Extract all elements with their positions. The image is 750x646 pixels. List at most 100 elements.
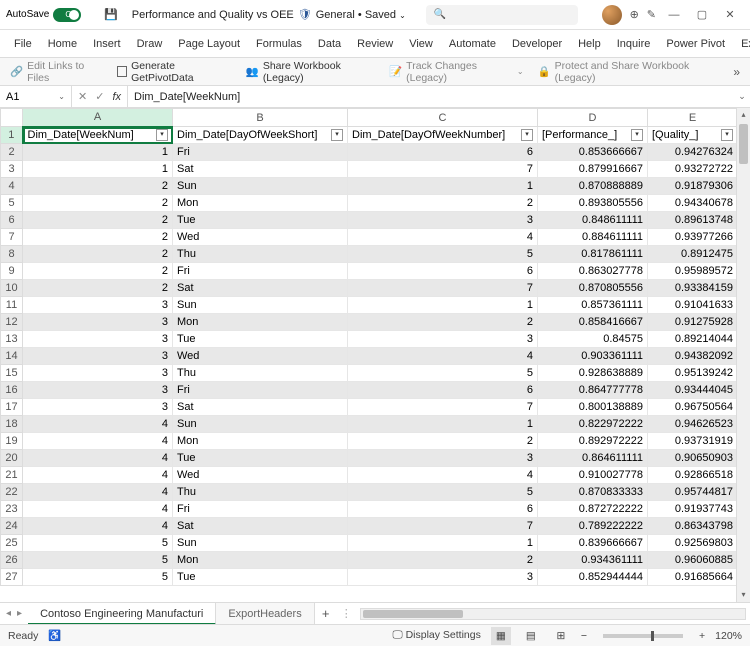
- filter-button[interactable]: ▾: [631, 129, 643, 141]
- cell[interactable]: 0.928638889: [538, 365, 648, 382]
- cell[interactable]: 3: [348, 212, 538, 229]
- scroll-up-icon[interactable]: ▴: [737, 108, 750, 122]
- tab-automate[interactable]: Automate: [441, 30, 504, 58]
- filter-button[interactable]: ▾: [521, 129, 533, 141]
- cell[interactable]: 0.92866518: [648, 467, 737, 484]
- cell[interactable]: Fri: [173, 382, 348, 399]
- cell[interactable]: 0.93977266: [648, 229, 737, 246]
- table-row[interactable]: 143Wed40.9033611110.94382092: [1, 348, 737, 365]
- tab-page-layout[interactable]: Page Layout: [170, 30, 248, 58]
- cell[interactable]: 3: [23, 399, 173, 416]
- cell[interactable]: 3: [23, 382, 173, 399]
- scroll-thumb[interactable]: [739, 124, 748, 164]
- row-header[interactable]: 23: [1, 501, 23, 518]
- sheet-tab-active[interactable]: Contoso Engineering Manufacturi: [28, 603, 216, 625]
- cmd-generate-pivot[interactable]: Generate GetPivotData: [117, 60, 232, 84]
- sheet-nav[interactable]: ◂▸: [0, 608, 28, 619]
- col-header-d[interactable]: D: [538, 109, 648, 127]
- tab-draw[interactable]: Draw: [129, 30, 171, 58]
- row-header[interactable]: 12: [1, 314, 23, 331]
- cell[interactable]: 5: [23, 535, 173, 552]
- zoom-out-button[interactable]: −: [581, 630, 587, 642]
- cell[interactable]: 0.817861111: [538, 246, 648, 263]
- col-header-b[interactable]: B: [173, 109, 348, 127]
- display-settings[interactable]: 🖵 Display Settings: [393, 629, 481, 642]
- cell[interactable]: [Quality_]▾: [648, 127, 737, 144]
- table-row[interactable]: 173Sat70.8001388890.96750564: [1, 399, 737, 416]
- cell[interactable]: 3: [348, 569, 538, 586]
- sensitivity-label[interactable]: General • Saved ⌄: [316, 9, 406, 21]
- row-header[interactable]: 3: [1, 161, 23, 178]
- autosave[interactable]: AutoSave On: [6, 8, 96, 22]
- row-header[interactable]: 9: [1, 263, 23, 280]
- tab-formulas[interactable]: Formulas: [248, 30, 310, 58]
- row-header[interactable]: 16: [1, 382, 23, 399]
- cell[interactable]: 0.864611111: [538, 450, 648, 467]
- row-header[interactable]: 24: [1, 518, 23, 535]
- cell[interactable]: 5: [23, 569, 173, 586]
- cell[interactable]: 3: [23, 331, 173, 348]
- cell[interactable]: 0.90650903: [648, 450, 737, 467]
- cell[interactable]: 7: [348, 518, 538, 535]
- cell[interactable]: 1: [23, 161, 173, 178]
- cell[interactable]: 4: [348, 348, 538, 365]
- row-header[interactable]: 21: [1, 467, 23, 484]
- cell[interactable]: 1: [348, 297, 538, 314]
- row-header[interactable]: 20: [1, 450, 23, 467]
- table-row[interactable]: 123Mon20.8584166670.91275928: [1, 314, 737, 331]
- cell[interactable]: 3: [23, 297, 173, 314]
- filter-button[interactable]: ▾: [721, 129, 733, 141]
- col-header-e[interactable]: E: [648, 109, 737, 127]
- row-header[interactable]: 25: [1, 535, 23, 552]
- table-row[interactable]: 31Sat70.8799166670.93272722: [1, 161, 737, 178]
- ribbon-overflow[interactable]: »: [733, 65, 740, 79]
- cell[interactable]: 0.91041633: [648, 297, 737, 314]
- file-name[interactable]: Performance and Quality vs OEE: [132, 9, 294, 21]
- cell[interactable]: 2: [348, 195, 538, 212]
- minimize-button[interactable]: —: [660, 1, 688, 29]
- spreadsheet-grid[interactable]: A B C D E 1 Dim_Date[WeekNum]▾ Dim_Date[…: [0, 108, 736, 586]
- coming-soon-icon[interactable]: ⊕: [630, 8, 639, 21]
- cell[interactable]: Sun: [173, 535, 348, 552]
- cell[interactable]: Wed: [173, 348, 348, 365]
- table-row[interactable]: 214Wed40.9100277780.92866518: [1, 467, 737, 484]
- cell[interactable]: 2: [23, 195, 173, 212]
- cell[interactable]: 4: [23, 416, 173, 433]
- filter-button[interactable]: ▾: [331, 129, 343, 141]
- cell[interactable]: 0.853666667: [538, 144, 648, 161]
- row-header[interactable]: 27: [1, 569, 23, 586]
- table-row[interactable]: 113Sun10.8573611110.91041633: [1, 297, 737, 314]
- cell[interactable]: 4: [23, 450, 173, 467]
- table-row[interactable]: 102Sat70.8708055560.93384159: [1, 280, 737, 297]
- sheet-tab[interactable]: ExportHeaders: [216, 603, 314, 625]
- cell[interactable]: 0.93444045: [648, 382, 737, 399]
- row-header[interactable]: 6: [1, 212, 23, 229]
- cell[interactable]: 0.91685664: [648, 569, 737, 586]
- table-header-row[interactable]: 1 Dim_Date[WeekNum]▾ Dim_Date[DayOfWeekS…: [1, 127, 737, 144]
- table-row[interactable]: 265Mon20.9343611110.96060885: [1, 552, 737, 569]
- row-header[interactable]: 8: [1, 246, 23, 263]
- table-row[interactable]: 255Sun10.8396666670.92569803: [1, 535, 737, 552]
- cell[interactable]: 4: [23, 518, 173, 535]
- table-row[interactable]: 133Tue30.845750.89214044: [1, 331, 737, 348]
- cell[interactable]: 0.93731919: [648, 433, 737, 450]
- cell[interactable]: 0.910027778: [538, 467, 648, 484]
- table-row[interactable]: 204Tue30.8646111110.90650903: [1, 450, 737, 467]
- cell[interactable]: Sat: [173, 399, 348, 416]
- zoom-level[interactable]: 120%: [715, 630, 742, 642]
- cell[interactable]: 2: [23, 212, 173, 229]
- row-header[interactable]: 13: [1, 331, 23, 348]
- cell-a1[interactable]: Dim_Date[WeekNum]▾: [23, 127, 173, 144]
- cell[interactable]: 0.893805556: [538, 195, 648, 212]
- cell[interactable]: 0.789222222: [538, 518, 648, 535]
- tab-help[interactable]: Help: [570, 30, 609, 58]
- tab-developer[interactable]: Developer: [504, 30, 570, 58]
- cell[interactable]: 0.800138889: [538, 399, 648, 416]
- cell[interactable]: Tue: [173, 212, 348, 229]
- row-header[interactable]: 17: [1, 399, 23, 416]
- cell[interactable]: 0.93272722: [648, 161, 737, 178]
- add-sheet-button[interactable]: +: [315, 606, 337, 621]
- row-header[interactable]: 15: [1, 365, 23, 382]
- row-header[interactable]: 10: [1, 280, 23, 297]
- cell[interactable]: 4: [23, 484, 173, 501]
